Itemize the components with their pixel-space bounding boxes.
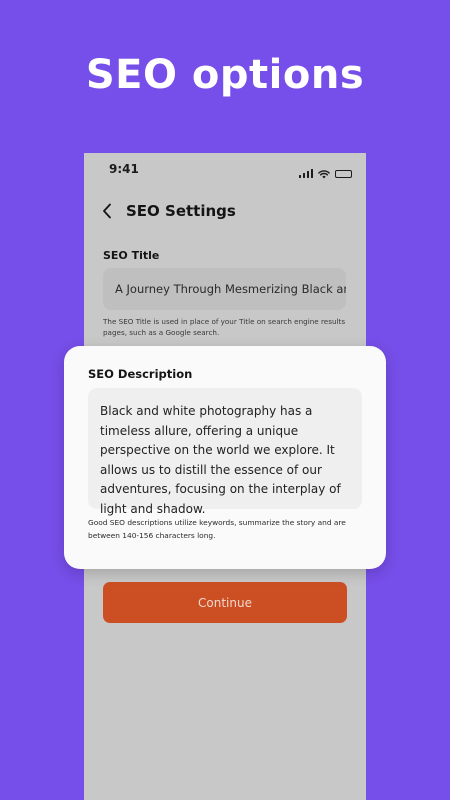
cellular-signal-icon	[298, 169, 313, 178]
chevron-left-icon[interactable]	[102, 201, 116, 221]
wifi-icon	[318, 164, 330, 183]
seo-description-input[interactable]: Black and white photography has a timele…	[88, 388, 362, 516]
nav-bar: SEO Settings	[102, 201, 236, 221]
promo-headline: SEO options	[85, 52, 365, 98]
page-title: SEO Settings	[126, 202, 236, 220]
seo-title-help-text: The SEO Title is used in place of your T…	[103, 317, 346, 337]
continue-button[interactable]: Continue	[103, 582, 347, 623]
seo-description-card: SEO Description Black and white photogra…	[64, 346, 386, 569]
status-icons	[298, 164, 352, 183]
seo-description-help-text: Good SEO descriptions utilize keywords, …	[88, 518, 346, 540]
status-bar: 9:41	[84, 153, 366, 187]
seo-title-input[interactable]: A Journey Through Mesmerizing Black and	[103, 268, 346, 310]
seo-description-label: SEO Description	[88, 367, 193, 381]
status-time: 9:41	[109, 162, 139, 176]
seo-title-label: SEO Title	[103, 249, 160, 262]
battery-icon	[335, 169, 352, 178]
